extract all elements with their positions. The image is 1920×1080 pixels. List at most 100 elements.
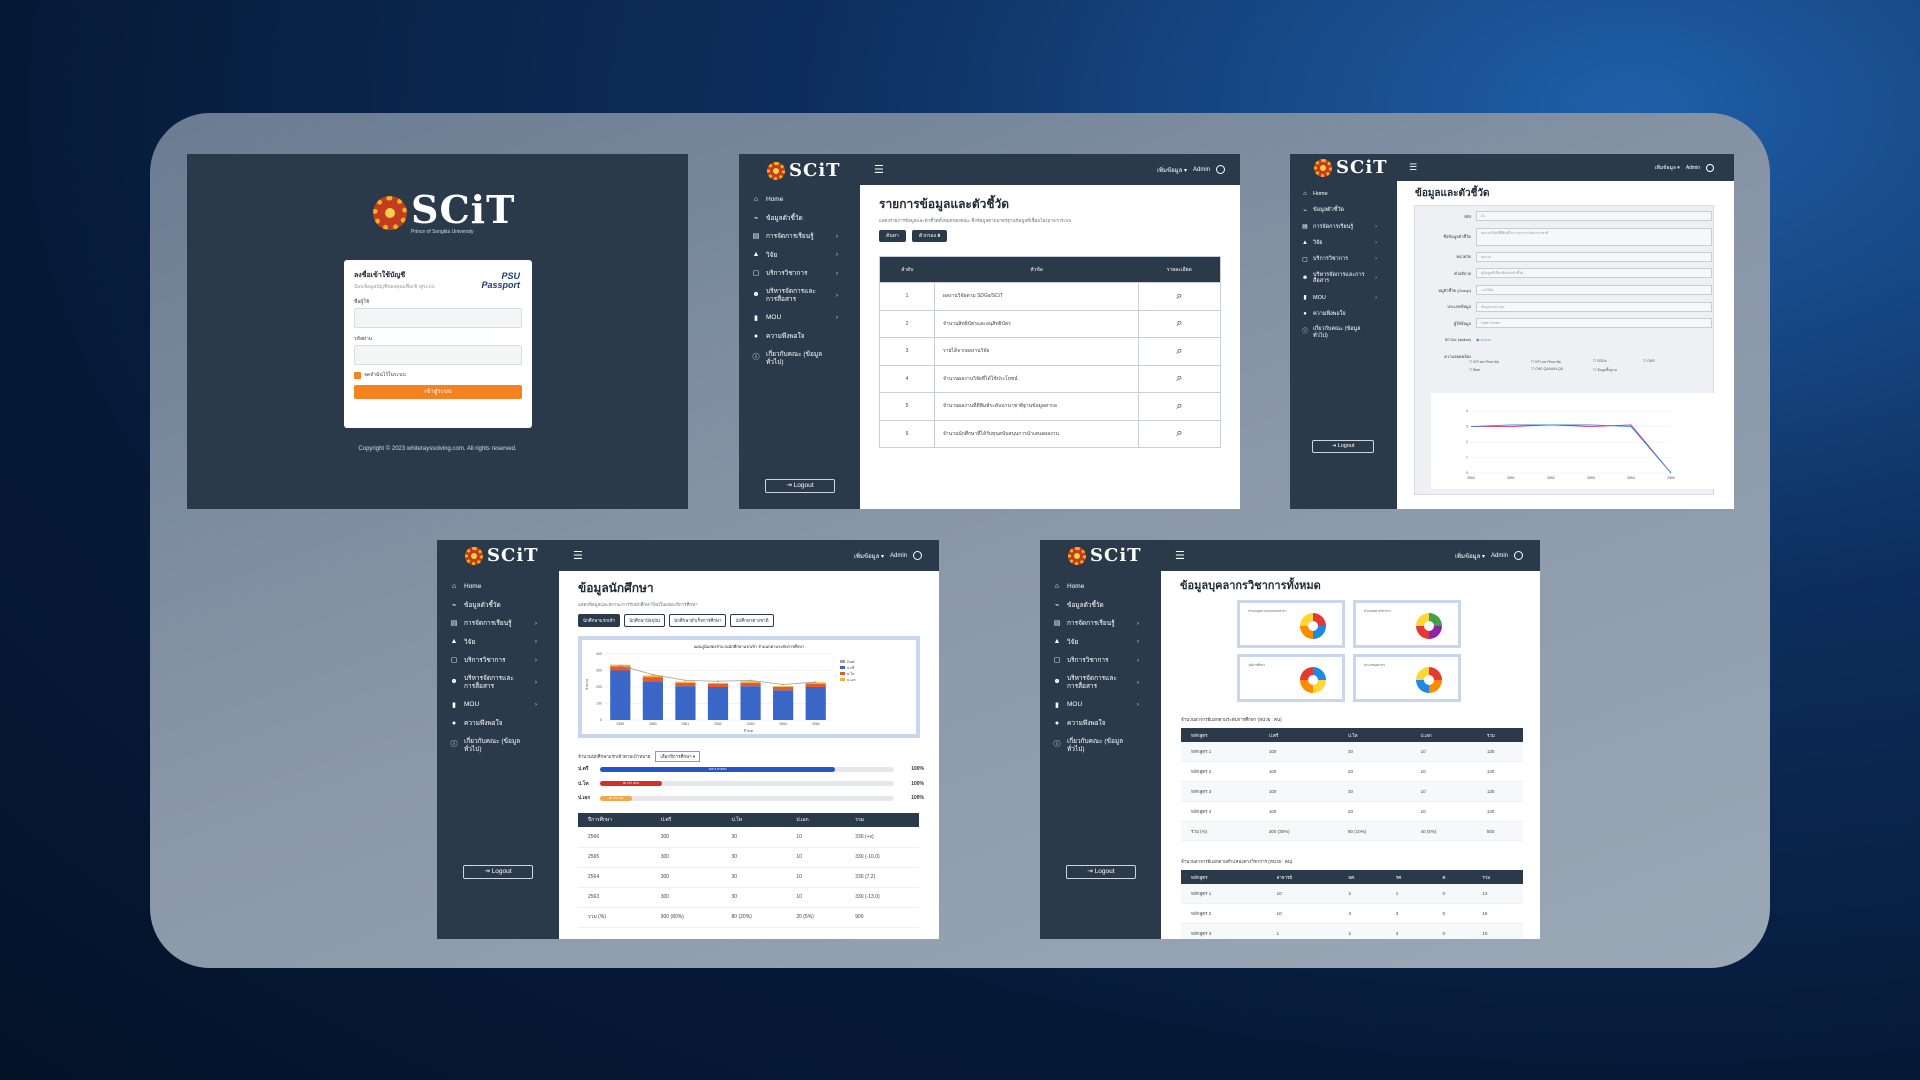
add-data-dropdown[interactable]: เพิ่มข้อมูล ▾	[1455, 551, 1485, 561]
logout-button[interactable]: ⇥ Logout	[463, 865, 533, 879]
hamburger-menu-icon[interactable]: ☰	[1409, 162, 1417, 173]
sidebar-item[interactable]: ▲ วิจัย ›	[437, 633, 559, 652]
checkbox-option[interactable]: ☐ KPI มหาวิทยาลัย	[1531, 359, 1593, 365]
sidebar-item[interactable]: ⓘ เกี่ยวกับคณะ (ข้อมูลทั่วไป)	[1040, 733, 1161, 759]
sidebar-item[interactable]: ● ความพึงพอใจ	[1290, 306, 1397, 322]
username-input[interactable]	[354, 308, 522, 328]
brand-logo[interactable]: SCiT	[465, 547, 539, 565]
goal-point	[684, 679, 687, 682]
filter-chip[interactable]: ตัวกรอง ⩩	[911, 230, 948, 242]
bar-segment	[610, 670, 631, 720]
brand-logo[interactable]: SCiT	[1314, 159, 1388, 177]
tab-new-students[interactable]: นักศึกษาแรกเข้า	[578, 614, 621, 627]
code-field[interactable]: 01	[1476, 211, 1712, 222]
sidebar-item[interactable]: ☻ บริหารจัดการและการสื่อสาร ›	[1040, 670, 1161, 696]
unit-field[interactable]: ผลงาน	[1476, 251, 1712, 262]
admin-label[interactable]: Admin	[1193, 167, 1210, 173]
user-circle-icon[interactable]	[1706, 163, 1714, 172]
view-detail-button[interactable]: ⌕	[1138, 337, 1221, 365]
admin-label[interactable]: Admin	[890, 553, 907, 559]
add-data-dropdown[interactable]: เพิ่มข้อมูล ▾	[854, 551, 884, 561]
data-type-field[interactable]: ข้อมูลจากระบบ	[1476, 301, 1712, 312]
view-detail-button[interactable]: ⌕	[1138, 282, 1221, 310]
view-detail-button[interactable]: ⌕	[1138, 364, 1221, 393]
sidebar-item[interactable]: ▮ MOU ›	[1290, 289, 1397, 305]
provider-field[interactable]: Data Center	[1476, 318, 1712, 329]
user-circle-icon[interactable]	[1514, 551, 1523, 560]
sidebar-item[interactable]: ▮ MOU ›	[739, 309, 860, 328]
tab-foreign-students[interactable]: นักศึกษาต่างชาติ	[730, 614, 774, 627]
bar-segment	[610, 666, 631, 671]
sidebar-item[interactable]: ● ความพึงพอใจ	[1040, 714, 1161, 733]
view-detail-button[interactable]: ⌕	[1138, 309, 1221, 338]
add-data-dropdown[interactable]: เพิ่มข้อมูล ▾	[1157, 165, 1187, 175]
checkbox-option[interactable]: ☐ SDGs	[1593, 359, 1643, 365]
logout-button[interactable]: ⇥ Logout	[1066, 865, 1136, 879]
sidebar-item[interactable]: ▲ วิจัย ›	[1040, 633, 1161, 652]
sidebar-item[interactable]: ● ความพึงพอใจ	[739, 327, 860, 346]
sidebar-item[interactable]: ☻ บริหารจัดการและการสื่อสาร ›	[437, 670, 559, 696]
login-button[interactable]: เข้าสู่ระบบ	[354, 385, 522, 399]
user-circle-icon[interactable]	[913, 551, 922, 560]
view-detail-button[interactable]: ⌕	[1138, 419, 1221, 448]
x-tick-label: 2560	[1467, 476, 1475, 480]
sidebar-item[interactable]: ⌂ Home	[1040, 577, 1161, 596]
sidebar-item[interactable]: ⌁ ข้อมูลตัวชี้วัด	[739, 209, 860, 228]
remember-me[interactable]: จดจำฉันไว้ในระบบ	[354, 371, 522, 379]
checkbox-option[interactable]: ☐ ทิศท	[1469, 367, 1531, 373]
active-radio[interactable]: ◉ Active	[1476, 337, 1491, 342]
sidebar-item[interactable]: ⌂ Home	[1290, 186, 1397, 202]
password-input[interactable]	[354, 345, 522, 365]
name-field[interactable]: ผลงานวิจัยที่ตีพิมพ์ในวารสารระดับนานาชาต…	[1476, 227, 1712, 246]
sidebar-item[interactable]: ⌂ Home	[739, 190, 860, 209]
logout-button[interactable]: ⇥ Logout	[765, 479, 835, 493]
tab-graduated-students[interactable]: นักศึกษาสำเร็จการศึกษา	[669, 614, 727, 627]
tab-current-students[interactable]: นักศึกษาปัจจุบัน	[624, 614, 665, 627]
checkbox-option[interactable]: ☐ ข้อมูลพื้นฐาน	[1593, 367, 1653, 373]
sidebar-item[interactable]: ⓘ เกี่ยวกับคณะ (ข้อมูลทั่วไป)	[437, 733, 559, 759]
sidebar-item[interactable]: ⌁ ข้อมูลตัวชี้วัด	[437, 596, 559, 615]
sidebar-item[interactable]: ▤ การจัดการเรียนรู้ ›	[1290, 219, 1397, 235]
brand-logo[interactable]: SCiT	[1068, 547, 1142, 565]
sidebar-item[interactable]: ▲ วิจัย ›	[1290, 235, 1397, 251]
logout-button[interactable]: ⇥ Logout	[1312, 440, 1374, 453]
view-detail-button[interactable]: ⌕	[1138, 392, 1221, 420]
sidebar-item[interactable]: ▮ MOU ›	[1040, 696, 1161, 715]
remember-checkbox[interactable]	[354, 371, 361, 379]
sidebar-item[interactable]: ⌂ Home	[437, 577, 559, 596]
admin-label[interactable]: Admin	[1686, 165, 1700, 171]
sidebar-item[interactable]: ▢ บริการวิชาการ ›	[1040, 651, 1161, 670]
psu-passport-logo[interactable]: PSU Passport	[481, 272, 520, 290]
y-tick-label: 400	[596, 652, 602, 656]
hamburger-menu-icon[interactable]: ☰	[573, 549, 583, 562]
group-field[interactable]: งานวิจัย	[1476, 285, 1712, 296]
add-data-dropdown[interactable]: เพิ่มข้อมูล ▾	[1655, 164, 1680, 172]
sidebar-item[interactable]: ▤ การจัดการเรียนรู้ ›	[437, 614, 559, 633]
sidebar-item[interactable]: ▮ MOU ›	[437, 696, 559, 715]
checkbox-option[interactable]: ☐ OKR	[1643, 359, 1683, 365]
checkbox-option[interactable]: ☐ CHE QA/AUN-QA	[1531, 367, 1593, 373]
year-select[interactable]: เลือกปีการศึกษา ▾	[655, 751, 701, 762]
admin-label[interactable]: Admin	[1491, 553, 1508, 559]
file-icon: ▮	[1055, 701, 1059, 709]
user-circle-icon[interactable]	[1216, 165, 1225, 174]
sidebar-item[interactable]: ⓘ เกี่ยวกับคณะ (ข้อมูลทั่วไป)	[1290, 322, 1397, 344]
sidebar-item[interactable]: ⌁ ข้อมูลตัวชี้วัด	[1040, 596, 1161, 615]
checkbox-option[interactable]: ☐ KPI มหาวิทยาลัย	[1469, 359, 1531, 365]
sidebar-item[interactable]: ⌁ ข้อมูลตัวชี้วัด	[1290, 202, 1397, 218]
sidebar-item[interactable]: ▤ การจัดการเรียนรู้ ›	[1040, 614, 1161, 633]
sidebar-item[interactable]: ☻ บริหารจัดการและการสื่อสาร ›	[1290, 267, 1397, 289]
sidebar-item[interactable]: ▢ บริการวิชาการ ›	[437, 651, 559, 670]
sidebar-item[interactable]: ☻ บริหารจัดการและการสื่อสาร ›	[739, 283, 860, 309]
sidebar-item[interactable]: ▲ วิจัย ›	[739, 246, 860, 265]
sidebar-item[interactable]: ▤ การจัดการเรียนรู้ ›	[739, 227, 860, 246]
search-chip[interactable]: ค้นหา	[879, 230, 906, 242]
sidebar-item[interactable]: ⓘ เกี่ยวกับคณะ (ข้อมูลทั่วไป)	[739, 346, 860, 372]
sidebar-item[interactable]: ● ความพึงพอใจ	[437, 714, 559, 733]
hamburger-menu-icon[interactable]: ☰	[1175, 549, 1185, 562]
sidebar-item[interactable]: ▢ บริการวิชาการ ›	[1290, 251, 1397, 267]
brand-logo[interactable]: SCiT	[767, 162, 841, 180]
description-field[interactable]: ดูข้อมูลที่เกี่ยวข้องกับตัวชี้วัด	[1476, 268, 1712, 279]
sidebar-item[interactable]: ▢ บริการวิชาการ ›	[739, 264, 860, 283]
hamburger-menu-icon[interactable]: ☰	[874, 163, 884, 176]
